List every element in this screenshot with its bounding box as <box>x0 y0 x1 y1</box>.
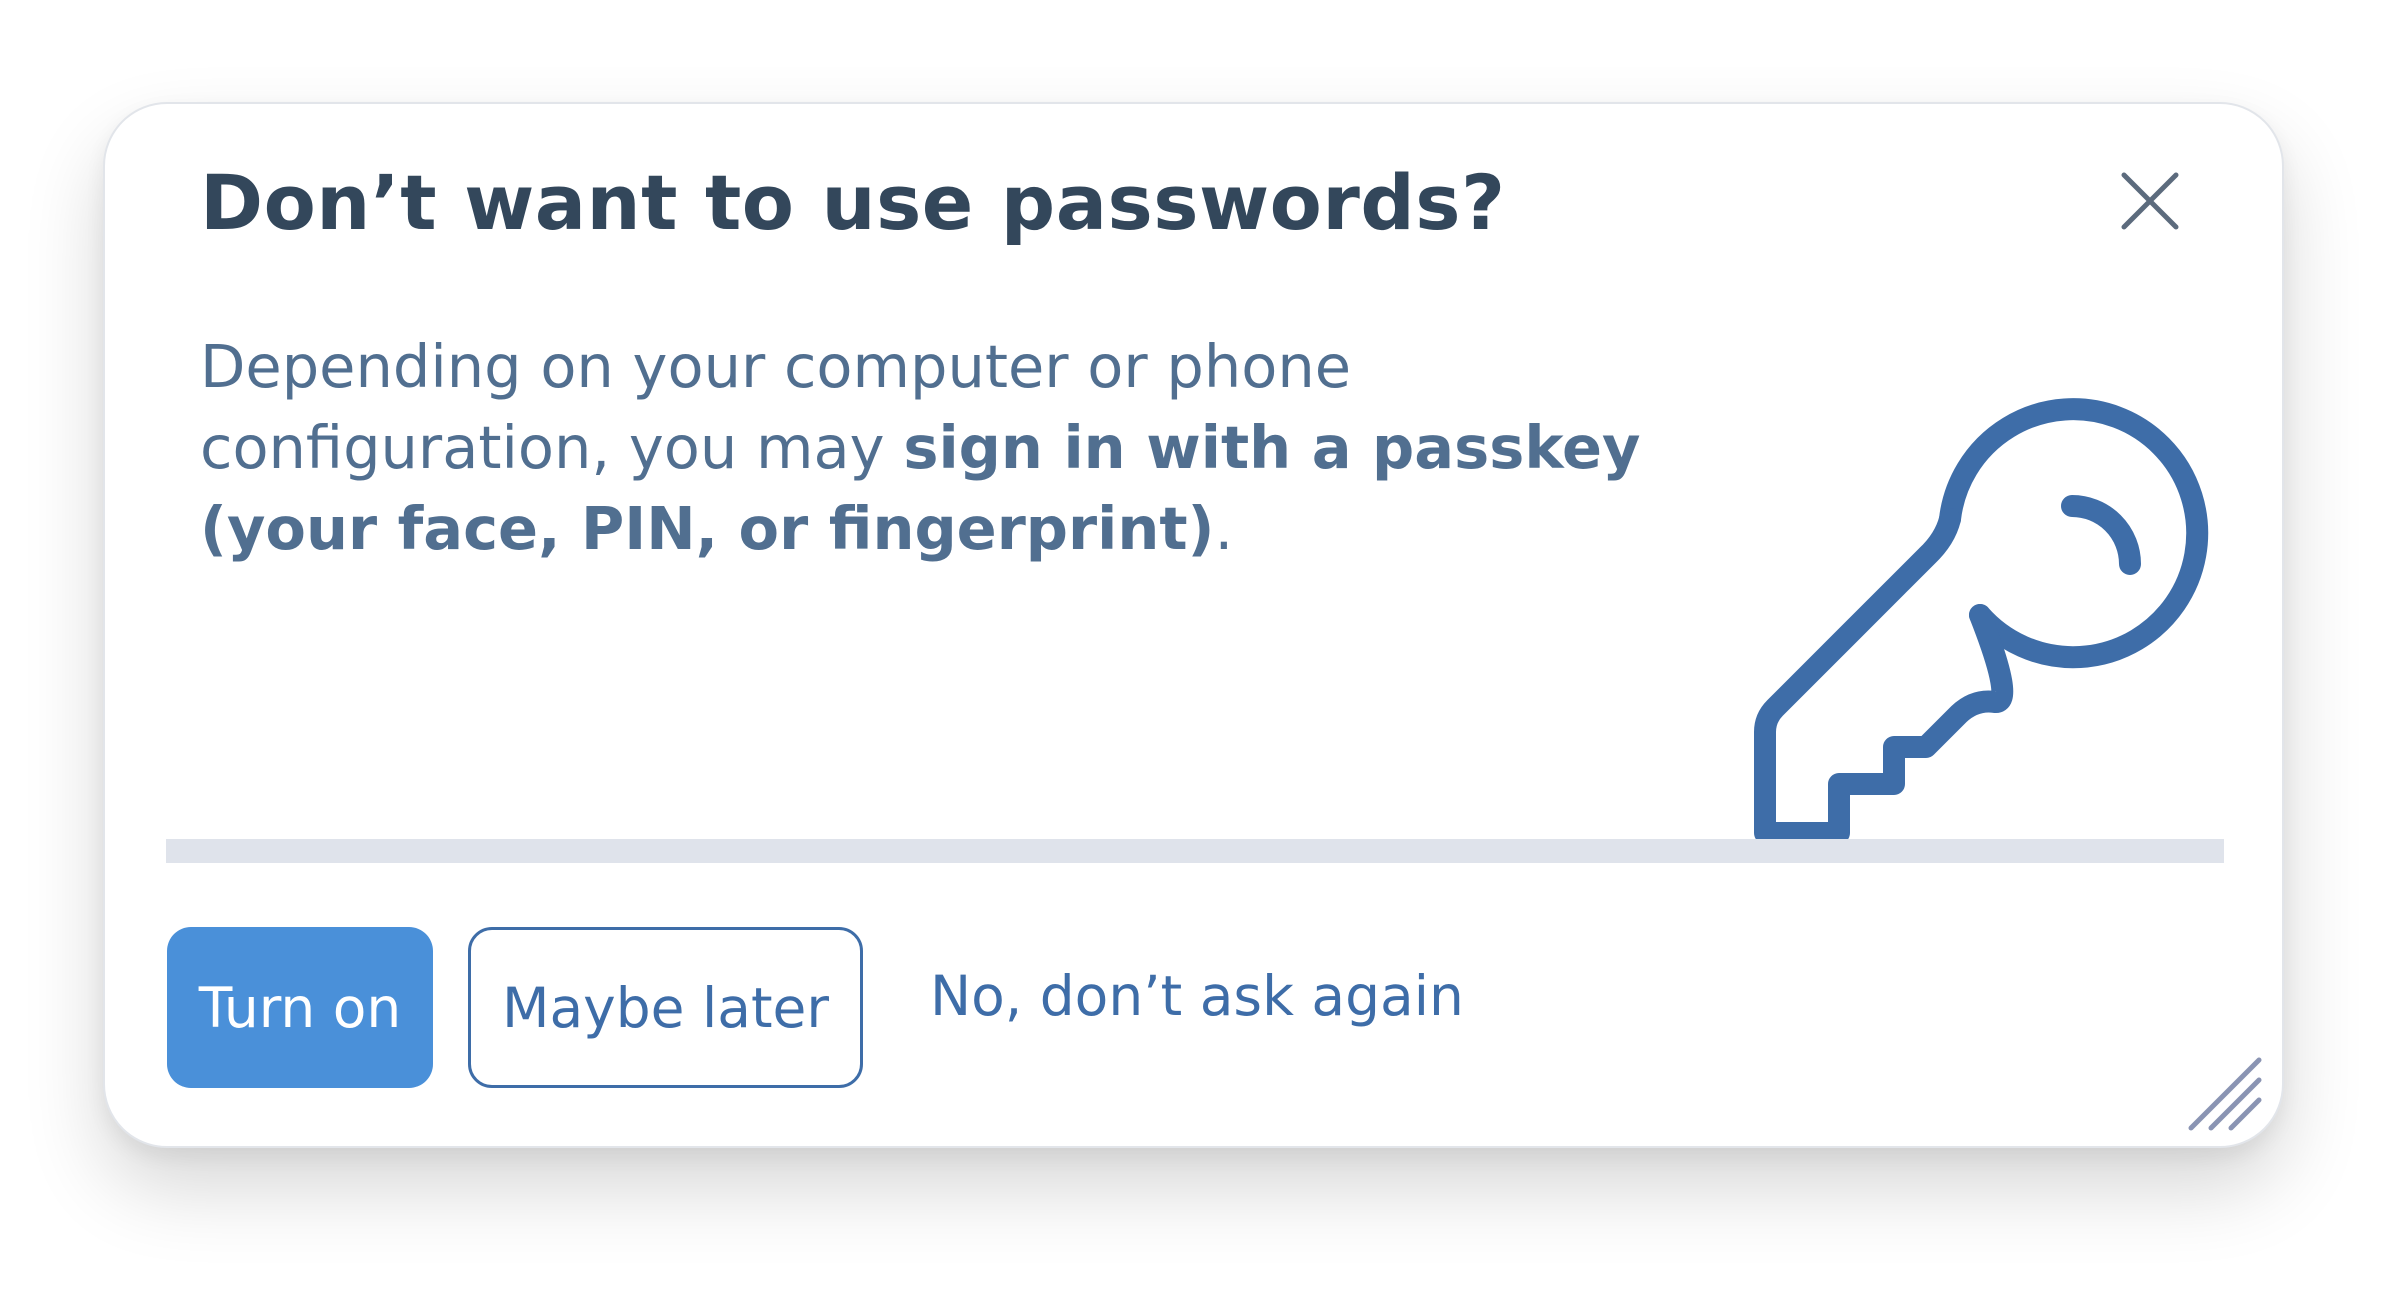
resize-handle[interactable] <box>2185 1054 2265 1134</box>
description-end: . <box>1214 494 1234 563</box>
key-illustration <box>1735 319 2295 879</box>
resize-handle-icon <box>2188 1057 2262 1131</box>
passkey-dialog: Don’t want to use passwords? Depending o… <box>103 102 2284 1148</box>
turn-on-button[interactable]: Turn on <box>167 927 433 1088</box>
maybe-later-button[interactable]: Maybe later <box>468 927 863 1088</box>
close-button[interactable] <box>2115 166 2185 236</box>
dialog-description: Depending on your computer or phone conf… <box>200 326 1760 569</box>
dialog-title: Don’t want to use passwords? <box>200 158 1506 247</box>
close-icon <box>2121 172 2179 230</box>
dont-ask-again-link[interactable]: No, don’t ask again <box>930 964 1464 1028</box>
divider <box>166 839 2224 863</box>
key-icon <box>1754 398 2209 844</box>
